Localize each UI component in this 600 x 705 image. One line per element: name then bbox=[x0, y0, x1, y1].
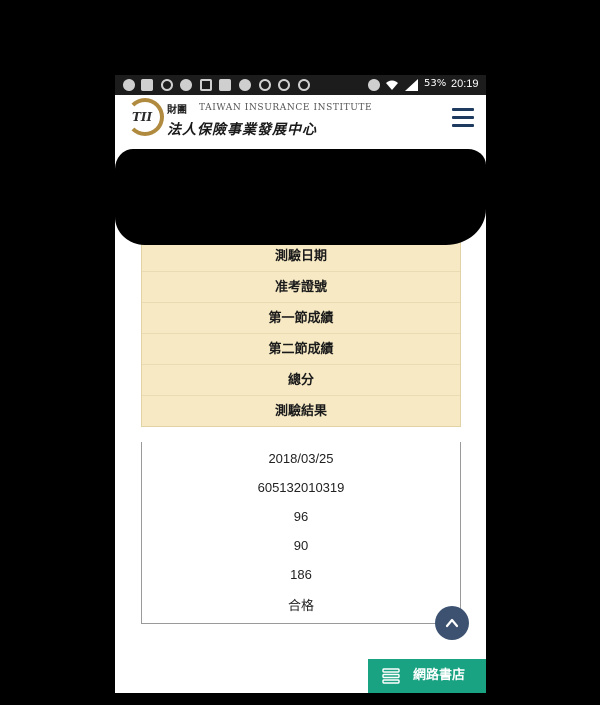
book-stack-icon bbox=[382, 668, 400, 684]
logo-mark: TII bbox=[132, 110, 153, 124]
notification-icon bbox=[123, 79, 135, 91]
logo-prefix: 財團 bbox=[167, 105, 187, 116]
online-bookstore-button[interactable]: 網路書店 bbox=[368, 659, 486, 693]
online-bookstore-label: 網路書店 bbox=[413, 668, 466, 683]
value-admission-number: 605132010319 bbox=[257, 480, 345, 495]
value-exam-date: 2018/03/25 bbox=[268, 451, 334, 466]
gallery-icon bbox=[141, 79, 153, 91]
value-section-one-score: 96 bbox=[293, 509, 309, 524]
value-exam-result: 合格 bbox=[287, 598, 314, 613]
value-total-score: 186 bbox=[290, 567, 312, 582]
value-section-two-score: 90 bbox=[293, 538, 309, 553]
signal-icon bbox=[405, 79, 418, 91]
site-header: TII 財團 TAIWAN INSURANCE INSTITUTE 法人保險事業… bbox=[115, 95, 486, 145]
phone-screen: 53% 20:19 TII 財團 TAIWAN INSURANCE INSTIT… bbox=[115, 75, 486, 693]
result-label-table: 測驗日期 准考證號 第一節成績 第二節成績 總分 測驗結果 bbox=[141, 241, 461, 427]
settings-icon bbox=[161, 79, 173, 91]
app-icon bbox=[278, 79, 290, 91]
redacted-area bbox=[115, 149, 486, 245]
camera-icon bbox=[200, 79, 212, 91]
app-icon bbox=[298, 79, 310, 91]
night-mode-icon bbox=[180, 79, 192, 91]
battery-percent: 53% bbox=[424, 78, 447, 89]
label-exam-result: 測驗結果 bbox=[274, 404, 327, 419]
hamburger-menu-icon[interactable] bbox=[452, 108, 474, 128]
logo-english-name: TAIWAN INSURANCE INSTITUTE bbox=[199, 103, 373, 113]
label-section-one-score: 第一節成績 bbox=[142, 304, 460, 334]
label-section-two-score: 第二節成績 bbox=[142, 335, 460, 365]
wifi-icon bbox=[386, 80, 398, 90]
result-value-table: 2018/03/25 605132010319 96 90 186 合格 bbox=[141, 442, 461, 624]
status-bar: 53% 20:19 bbox=[115, 75, 486, 95]
label-exam-date: 測驗日期 bbox=[142, 242, 460, 272]
label-total-score: 總分 bbox=[142, 366, 460, 396]
do-not-disturb-icon bbox=[368, 79, 380, 91]
app-icon bbox=[259, 79, 271, 91]
news-icon bbox=[219, 79, 231, 91]
logo-chinese-name: 法人保險事業發展中心 bbox=[167, 122, 317, 138]
scroll-to-top-button[interactable] bbox=[435, 606, 469, 640]
clock: 20:19 bbox=[451, 78, 479, 90]
chat-icon bbox=[239, 79, 251, 91]
label-admission-number: 准考證號 bbox=[142, 273, 460, 303]
chevron-up-icon bbox=[445, 618, 459, 628]
